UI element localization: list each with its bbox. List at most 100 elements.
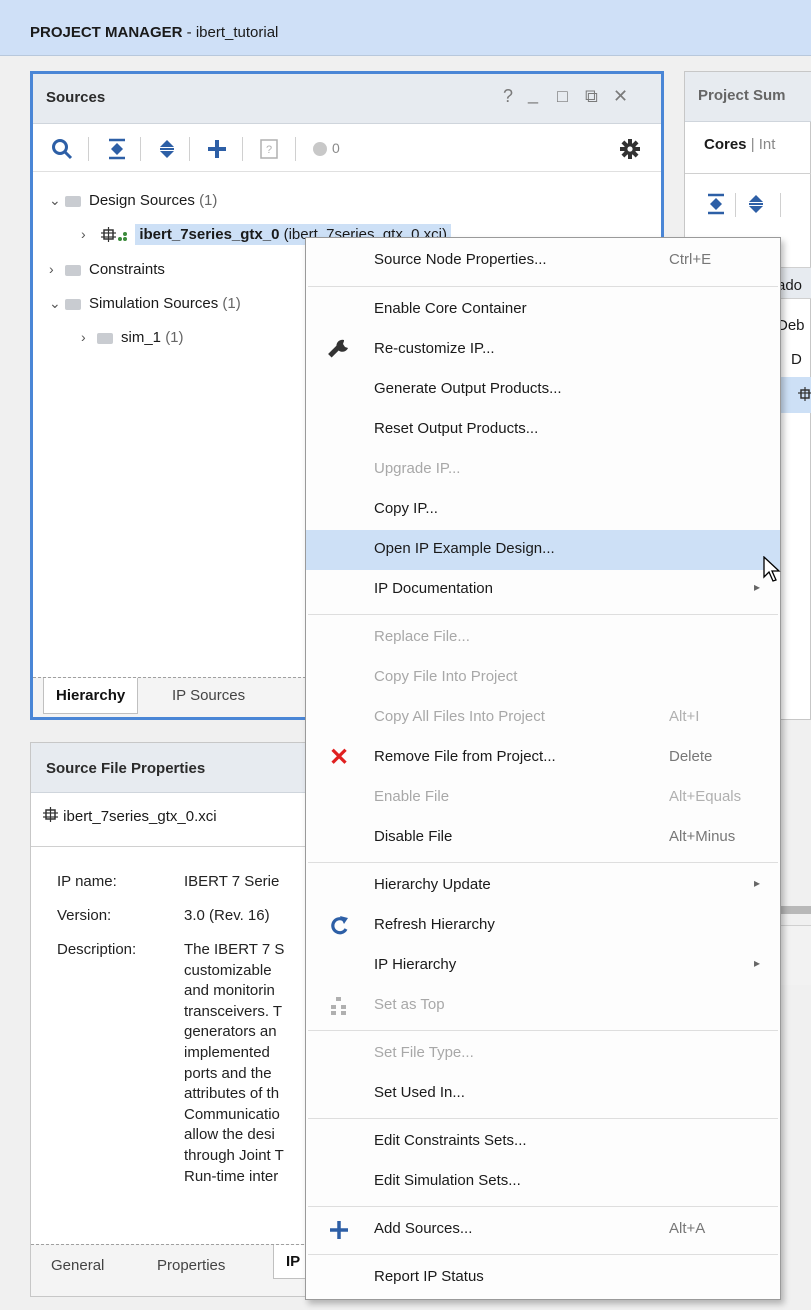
toolbar-separator	[295, 137, 296, 161]
props-file-row: ibert_7series_gtx_0.xci	[43, 807, 217, 825]
tree-node-design-sources[interactable]: ⌄ Design Sources (1)	[49, 185, 217, 215]
chevron-right-icon[interactable]: ›	[49, 254, 65, 284]
header-title-bold: PROJECT MANAGER	[30, 24, 183, 41]
menu-item-open-ip-example-design[interactable]: Open IP Example Design...	[306, 530, 780, 570]
collapse-all-icon[interactable]	[707, 193, 725, 215]
tab-interfaces[interactable]: | Int	[751, 136, 776, 153]
menu-item-set-used-in[interactable]: Set Used In...	[306, 1074, 780, 1114]
status-count-badge: 0	[332, 140, 340, 156]
menu-item-shortcut: Alt+I	[669, 708, 700, 725]
properties-icon[interactable]: ?	[259, 138, 279, 160]
gear-icon[interactable]	[620, 139, 640, 159]
menu-item-hierarchy-update[interactable]: Hierarchy Update ▸	[306, 866, 780, 906]
menu-item-label: IP Hierarchy	[374, 956, 457, 973]
tree-node-simulation-sources[interactable]: ⌄ Simulation Sources (1)	[49, 288, 241, 318]
menu-item-add-sources[interactable]: Add Sources... Alt+A	[306, 1210, 780, 1250]
status-circle-icon	[313, 142, 327, 156]
props-titlebar: Source File Properties	[31, 743, 309, 793]
chevron-right-icon[interactable]: ›	[81, 322, 97, 352]
tab-hierarchy[interactable]: Hierarchy	[43, 678, 139, 714]
submenu-arrow-icon: ▸	[754, 956, 761, 970]
menu-item-generate-output-products[interactable]: Generate Output Products...	[306, 370, 780, 410]
maximize-icon[interactable]: □	[557, 86, 568, 107]
menu-item-shortcut: Alt+Equals	[669, 788, 742, 805]
add-sources-icon[interactable]	[206, 138, 228, 160]
menu-item-label: Enable Core Container	[374, 300, 527, 317]
description-line: attributes of th	[184, 1085, 280, 1103]
menu-item-upgrade-ip[interactable]: Upgrade IP...	[306, 450, 780, 490]
menu-item-replace-file[interactable]: Replace File...	[306, 618, 780, 658]
menu-item-copy-ip[interactable]: Copy IP...	[306, 490, 780, 530]
menu-item-enable-file[interactable]: Enable File Alt+Equals	[306, 778, 780, 818]
ip-name-value: IBERT 7 Serie	[184, 873, 280, 890]
help-icon[interactable]: ?	[503, 86, 513, 107]
menu-item-ip-hierarchy[interactable]: IP Hierarchy ▸	[306, 946, 780, 986]
chevron-right-icon[interactable]: ›	[81, 219, 97, 249]
toolbar-separator	[242, 137, 243, 161]
set-top-icon	[331, 997, 346, 1015]
context-menu: Source Node Properties... Ctrl+E Enable …	[305, 237, 781, 1300]
menu-item-refresh-hierarchy[interactable]: Refresh Hierarchy	[306, 906, 780, 946]
wrench-icon	[328, 339, 348, 358]
expand-all-icon[interactable]	[747, 193, 765, 215]
header-title-project: - ibert_tutorial	[182, 24, 279, 41]
menu-item-edit-constraints-sets[interactable]: Edit Constraints Sets...	[306, 1122, 780, 1162]
menu-item-remove-file-from-project[interactable]: ✕ Remove File from Project... Delete	[306, 738, 780, 778]
description-line: ports and the	[184, 1064, 272, 1082]
plus-icon	[330, 1221, 348, 1239]
menu-item-label: Edit Simulation Sets...	[374, 1172, 521, 1189]
ip-name-label: IP name:	[57, 873, 117, 890]
tab-ip-sources[interactable]: IP Sources	[172, 687, 245, 704]
menu-item-label: Reset Output Products...	[374, 420, 539, 437]
source-file-properties-panel: Source File Properties ibert_7series_gtx…	[30, 742, 314, 1297]
tree-node-sim-1[interactable]: › sim_1 (1)	[81, 322, 184, 352]
chevron-down-icon[interactable]: ⌄	[49, 185, 65, 215]
expand-all-icon[interactable]	[157, 138, 177, 160]
menu-item-ip-documentation[interactable]: IP Documentation ▸	[306, 570, 780, 610]
menu-item-reset-output-products[interactable]: Reset Output Products...	[306, 410, 780, 450]
minimize-icon[interactable]: _	[528, 84, 538, 105]
tree-node-constraints[interactable]: › Constraints	[49, 254, 165, 284]
search-icon[interactable]	[51, 138, 73, 160]
menu-item-report-ip-status[interactable]: Report IP Status	[306, 1258, 780, 1298]
sources-titlebar: Sources ? _ □ ⧉ ✕	[33, 74, 661, 124]
menu-separator	[308, 286, 778, 287]
menu-item-disable-file[interactable]: Disable File Alt+Minus	[306, 818, 780, 858]
menu-item-shortcut: Alt+Minus	[669, 828, 736, 845]
menu-item-label: Enable File	[374, 788, 450, 805]
menu-item-set-as-top[interactable]: Set as Top	[306, 986, 780, 1026]
menu-item-re-customize-ip[interactable]: Re-customize IP...	[306, 330, 780, 370]
description-line: The IBERT 7 S	[184, 941, 285, 958]
folder-icon	[65, 298, 81, 310]
chevron-down-icon[interactable]: ⌄	[49, 288, 65, 318]
menu-separator	[308, 1118, 778, 1119]
summary-tabs: Cores | Int	[704, 136, 775, 153]
submenu-arrow-icon: ▸	[754, 876, 761, 890]
tab-cores[interactable]: Cores	[704, 136, 747, 153]
float-icon[interactable]: ⧉	[585, 86, 598, 107]
menu-separator	[308, 1254, 778, 1255]
menu-item-edit-simulation-sets[interactable]: Edit Simulation Sets...	[306, 1162, 780, 1202]
tree-node-label: Simulation Sources	[89, 295, 219, 312]
close-icon[interactable]: ✕	[613, 86, 628, 107]
menu-item-label: Copy IP...	[374, 500, 438, 517]
menu-item-enable-core-container[interactable]: Enable Core Container	[306, 290, 780, 330]
tab-general[interactable]: General	[51, 1257, 104, 1274]
refresh-icon	[331, 916, 348, 935]
menu-item-shortcut: Alt+A	[669, 1220, 706, 1237]
ip-core-icon	[101, 227, 128, 243]
collapse-all-icon[interactable]	[107, 138, 127, 160]
menu-item-source-node-properties[interactable]: Source Node Properties... Ctrl+E	[306, 241, 780, 281]
summary-scrollbar[interactable]	[781, 906, 811, 914]
menu-separator	[308, 862, 778, 863]
menu-item-copy-all-files-into-project[interactable]: Copy All Files Into Project Alt+I	[306, 698, 780, 738]
toolbar-separator	[780, 193, 781, 217]
tree-node-label: Design Sources	[89, 192, 195, 209]
menu-item-label: Open IP Example Design...	[374, 540, 555, 557]
tab-properties[interactable]: Properties	[157, 1257, 225, 1274]
menu-item-label: Source Node Properties...	[374, 251, 547, 268]
menu-item-copy-file-into-project[interactable]: Copy File Into Project	[306, 658, 780, 698]
toolbar-separator	[189, 137, 190, 161]
menu-item-set-file-type[interactable]: Set File Type...	[306, 1034, 780, 1074]
folder-icon	[97, 332, 113, 344]
